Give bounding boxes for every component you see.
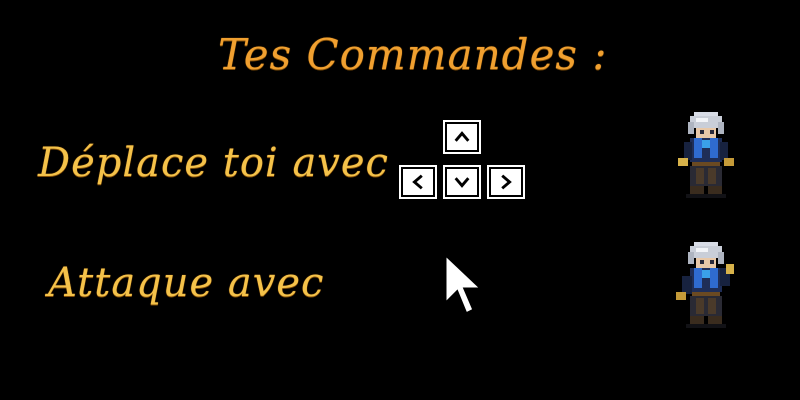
character-sprite xyxy=(678,112,734,198)
mouse-cursor-icon xyxy=(443,252,486,317)
screen-title: Tes Commandes : xyxy=(218,30,608,79)
attack-label: Attaque avec xyxy=(48,260,325,306)
arrow-left-key-icon xyxy=(399,165,437,199)
controls-screen: Tes Commandes : Déplace toi avec Attaque… xyxy=(0,0,800,400)
arrow-right-key-icon xyxy=(487,165,525,199)
character-sprite xyxy=(676,242,734,328)
arrow-down-key-icon xyxy=(443,165,481,199)
arrow-keys-group xyxy=(398,118,530,204)
move-label: Déplace toi avec xyxy=(38,140,389,186)
arrow-up-key-icon xyxy=(443,120,481,154)
